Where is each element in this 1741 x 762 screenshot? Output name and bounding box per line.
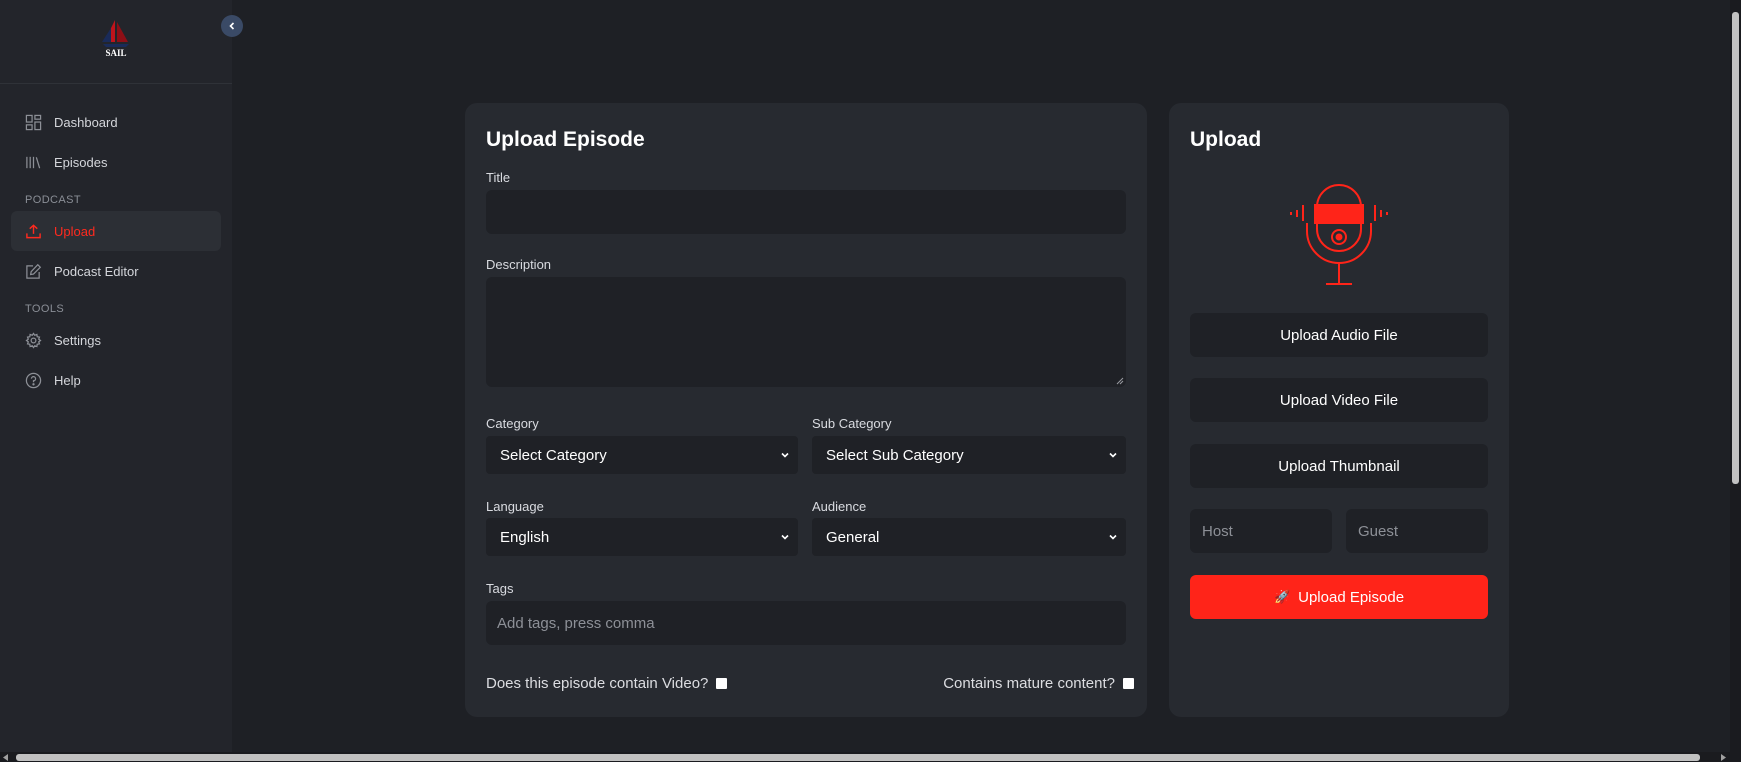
subcategory-select[interactable]: Select Sub Category [812, 436, 1126, 474]
category-label: Category [486, 416, 539, 431]
chevron-down-icon [1109, 534, 1117, 540]
host-input[interactable]: Host [1190, 509, 1332, 553]
chevron-left-icon [229, 22, 235, 30]
scroll-right-arrow-icon[interactable] [1721, 754, 1727, 761]
tags-label: Tags [486, 581, 514, 596]
sidebar-item-label: Upload [54, 223, 96, 239]
video-checkbox[interactable] [716, 678, 728, 689]
vertical-scrollbar[interactable] [1730, 0, 1741, 752]
rocket-icon: 🚀 [1273, 589, 1291, 604]
upload-episode-button-label: Upload Episode [1298, 588, 1405, 606]
language-select[interactable]: English [486, 518, 798, 556]
logo-text: SAIL [105, 48, 126, 58]
upload-episode-button[interactable]: 🚀 Upload Episode [1190, 575, 1488, 619]
video-question-label: Does this episode contain Video? [486, 675, 709, 692]
chevron-down-icon [781, 452, 789, 458]
audience-selected-value: General [826, 528, 880, 546]
horizontal-scrollbar-thumb[interactable] [16, 754, 1700, 761]
upload-icon [26, 223, 41, 238]
description-label: Description [486, 257, 552, 272]
upload-audio-button[interactable]: Upload Audio File [1190, 313, 1488, 357]
gear-icon [25, 331, 42, 349]
video-checkbox-row: Does this episode contain Video? [486, 675, 728, 692]
app-root: SAIL Dashboard Episodes PODCAST Upload P… [0, 0, 1741, 762]
description-textarea[interactable] [486, 277, 1126, 387]
podcast-microphone-icon [1290, 184, 1388, 285]
category-select[interactable]: Select Category [486, 436, 798, 474]
chevron-down-icon [1109, 452, 1117, 458]
help-icon [25, 372, 42, 388]
sidebar-item-episodes[interactable]: Episodes [11, 142, 221, 182]
subcategory-label: Sub Category [812, 416, 892, 431]
horizontal-scrollbar[interactable] [0, 752, 1741, 762]
upload-episode-form: Upload Episode Title Description Categor… [465, 103, 1147, 717]
resize-grip-icon[interactable] [1116, 377, 1124, 385]
sidebar-item-label: Podcast Editor [54, 263, 139, 279]
logo-area: SAIL [0, 0, 232, 84]
guest-input[interactable]: Guest [1346, 509, 1488, 553]
audience-label: Audience [812, 499, 867, 514]
sidebar-item-label: Episodes [54, 154, 108, 170]
section-heading-tools: TOOLS [25, 303, 65, 315]
chevron-down-icon [781, 534, 789, 540]
category-selected-value: Select Category [500, 446, 607, 464]
upload-panel: Upload Upload Audio File Upload Video Fi… [1169, 103, 1509, 717]
dashboard-icon [25, 114, 42, 130]
tags-input[interactable]: Add tags, press comma [486, 601, 1126, 645]
sidebar-item-settings[interactable]: Settings [11, 320, 221, 360]
guest-placeholder: Guest [1358, 522, 1399, 540]
upload-video-button[interactable]: Upload Video File [1190, 378, 1488, 422]
title-label: Title [486, 170, 511, 185]
host-placeholder: Host [1202, 522, 1233, 540]
upload-panel-heading: Upload [1190, 128, 1262, 151]
library-icon [26, 156, 41, 168]
form-heading: Upload Episode [486, 128, 645, 151]
sail-logo: SAIL [102, 20, 129, 58]
sidebar-item-help[interactable]: Help [11, 360, 221, 400]
sidebar-nav: Dashboard Episodes PODCAST Upload Podcas… [0, 84, 232, 400]
vertical-scrollbar-thumb[interactable] [1732, 12, 1739, 484]
language-label: Language [486, 499, 544, 514]
sidebar-item-podcast-editor[interactable]: Podcast Editor [11, 251, 221, 291]
edit-icon [26, 263, 42, 279]
sidebar-item-upload[interactable]: Upload [11, 211, 221, 251]
audience-select[interactable]: General [812, 518, 1126, 556]
sidebar-item-label: Settings [54, 332, 101, 348]
tags-placeholder: Add tags, press comma [497, 614, 655, 632]
subcategory-selected-value: Select Sub Category [826, 446, 964, 464]
mature-question-label: Contains mature content? [943, 675, 1115, 692]
sidebar: SAIL Dashboard Episodes PODCAST Upload P… [0, 0, 232, 752]
language-selected-value: English [500, 528, 550, 546]
mature-checkbox-row: Contains mature content? [943, 675, 1134, 692]
sidebar-item-label: Dashboard [54, 114, 118, 130]
title-input[interactable] [486, 190, 1126, 234]
sidebar-item-label: Help [54, 372, 81, 388]
upload-thumbnail-button[interactable]: Upload Thumbnail [1190, 444, 1488, 488]
section-heading-podcast: PODCAST [25, 194, 81, 206]
sidebar-item-dashboard[interactable]: Dashboard [11, 102, 221, 142]
mature-checkbox[interactable] [1123, 678, 1134, 689]
scroll-left-arrow-icon[interactable] [3, 754, 9, 761]
sidebar-collapse-button[interactable] [221, 15, 243, 37]
